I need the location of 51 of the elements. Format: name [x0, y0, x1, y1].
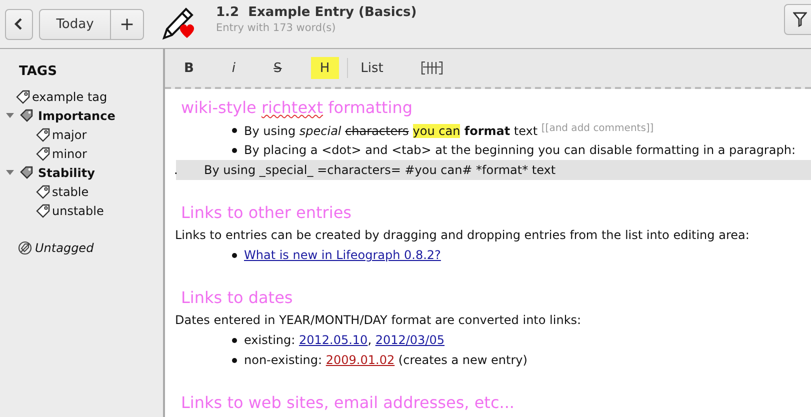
tag-icon	[36, 184, 51, 198]
section-heading: Links to other entries	[181, 203, 352, 222]
bullet-icon	[232, 148, 237, 152]
bullet-item: existing: 2012.05.10, 2012/03/05	[244, 333, 445, 347]
back-button[interactable]	[5, 8, 33, 40]
paragraph: Links to entries can be created by dragging and dropping entries from the list into editing area:	[175, 228, 750, 242]
section-heading: Links to web sites, email addresses, etc...	[181, 393, 515, 412]
chevron-left-icon	[14, 17, 24, 31]
unformatted-line: By using _special_ =characters= #you can# *format* text	[204, 163, 556, 177]
expander-icon[interactable]	[6, 168, 14, 176]
bullet-item: non-existing: 2009.01.02 (creates a new entry)	[244, 353, 528, 367]
filter-button[interactable]	[784, 4, 811, 34]
list-button[interactable]: List	[352, 57, 392, 79]
tag-category[interactable]: Importance	[38, 108, 116, 122]
tag-category[interactable]: Stability	[38, 166, 95, 180]
bold-button[interactable]: B	[175, 57, 203, 79]
entry-title: 1.2 Example Entry (Basics)	[216, 4, 417, 20]
bracket-bars-icon	[421, 61, 444, 75]
tag-icon	[16, 90, 31, 104]
section-heading: wiki-style richtext formatting	[181, 98, 412, 117]
italic-button[interactable]: i	[222, 57, 245, 79]
tag-item[interactable]: example tag	[32, 90, 108, 104]
tag-item[interactable]: major	[52, 128, 87, 142]
section-heading: Links to dates	[181, 288, 293, 307]
expander-icon[interactable]	[6, 112, 14, 120]
tags-heading: TAGS	[19, 64, 57, 79]
tag-item[interactable]: stable	[52, 184, 89, 198]
untagged-item[interactable]: Untagged	[35, 240, 94, 254]
tag-icon	[36, 146, 51, 160]
tag-item[interactable]: minor	[52, 146, 87, 160]
add-button[interactable]: +	[111, 8, 144, 40]
dot-marker: .	[174, 163, 179, 177]
tag-icon	[36, 128, 51, 142]
bullet-icon	[232, 128, 237, 132]
bullet-item: By placing a <dot> and <tab> at the beginning you can disable formatting in a paragraph:	[244, 143, 796, 157]
paragraph: Dates entered in YEAR/MONTH/DAY format are converted into links:	[175, 313, 582, 327]
word-count: Entry with 173 word(s)	[216, 22, 336, 34]
untagged-icon	[18, 240, 32, 254]
bullet-icon	[232, 338, 237, 342]
bullet-icon	[232, 252, 237, 258]
bullet-item: By using special characters you can format text [[and add comments]]	[244, 122, 654, 138]
highlight-button[interactable]: H	[310, 57, 339, 79]
today-button[interactable]: Today	[39, 8, 111, 40]
strike-button[interactable]: S	[264, 57, 291, 79]
tag-stack-icon	[20, 108, 34, 122]
tag-icon	[36, 204, 51, 218]
tag-item[interactable]: unstable	[52, 204, 104, 218]
filter-icon	[792, 11, 806, 27]
bullet-icon	[232, 358, 237, 362]
tag-stack-icon	[20, 166, 34, 180]
bullet-item: What is new in Lifeograph 0.8.2?	[244, 248, 441, 262]
